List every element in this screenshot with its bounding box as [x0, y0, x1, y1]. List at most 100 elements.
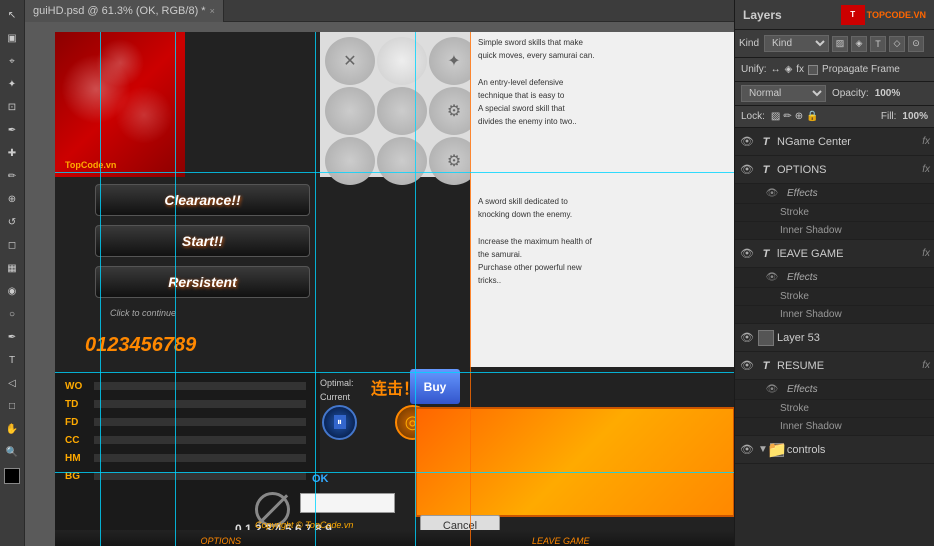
tab-close-button[interactable]: ×	[210, 0, 215, 22]
layer-item-options[interactable]: 👁 T OPTIONS fx	[735, 156, 934, 184]
eye-effects-leave-game[interactable]: 👁	[765, 271, 779, 285]
document-tab[interactable]: guiHD.psd @ 61.3% (OK, RGB/8) * ×	[25, 0, 224, 22]
guide-vertical-3	[315, 32, 316, 546]
effects-label-leave-game: Effects	[787, 272, 818, 283]
eye-effects-resume[interactable]: 👁	[765, 383, 779, 397]
tool-text[interactable]: T	[1, 349, 23, 371]
layer-fx-ngame-center[interactable]: fx	[922, 136, 930, 147]
inner-shadow-row-leave-game[interactable]: Inner Shadow	[735, 306, 934, 324]
stroke-row-leave-game[interactable]: Stroke	[735, 288, 934, 306]
info-line-5: Increase the maximum health of	[478, 236, 727, 247]
filter-adjust-icon[interactable]: ◈	[851, 36, 867, 52]
buy-button[interactable]: Buy	[410, 369, 460, 404]
tool-zoom[interactable]: 🔍	[1, 441, 23, 463]
eye-resume[interactable]: 👁	[739, 358, 755, 374]
brand-icon: T	[841, 5, 865, 25]
skill-circle-5[interactable]	[377, 137, 427, 185]
filter-smart-icon[interactable]: ⊙	[908, 36, 924, 52]
stat-row-td: TD	[60, 395, 315, 413]
inner-shadow-row-options[interactable]: Inner Shadow	[735, 222, 934, 240]
layer-item-ngame-center[interactable]: 👁 T NGame Center fx	[735, 128, 934, 156]
eye-layer53[interactable]: 👁	[739, 330, 755, 346]
stroke-name-options: Stroke	[780, 207, 809, 218]
tool-crop[interactable]: ⊡	[1, 96, 23, 118]
layer-item-resume[interactable]: 👁 T RESUME fx	[735, 352, 934, 380]
lock-pixels-icon[interactable]: ▨	[771, 111, 780, 122]
tool-gradient[interactable]: ▦	[1, 257, 23, 279]
text-line-6: A special sword skill that	[478, 103, 727, 114]
layer-fx-leave-game[interactable]: fx	[922, 248, 930, 259]
waterdrops-decoration	[60, 37, 180, 167]
tool-history-brush[interactable]: ↺	[1, 211, 23, 233]
eye-ngame-center[interactable]: 👁	[739, 134, 755, 150]
filter-type-icon[interactable]: T	[870, 36, 886, 52]
clearance-button[interactable]: Clearance!!	[95, 184, 310, 216]
tool-select[interactable]: ▣	[1, 27, 23, 49]
propagate-checkbox[interactable]	[808, 65, 818, 75]
unify-style-icon[interactable]: ◈	[785, 64, 793, 75]
lock-position-icon[interactable]: ✏	[783, 111, 791, 122]
filter-shape-icon[interactable]: ◇	[889, 36, 905, 52]
info-line-8: tricks..	[478, 275, 727, 286]
eye-options[interactable]: 👁	[739, 162, 755, 178]
info-line-1	[478, 183, 727, 194]
layer-item-controls[interactable]: 👁 ▼ 📁 controls	[735, 436, 934, 464]
tool-path-select[interactable]: ◁	[1, 372, 23, 394]
options-link[interactable]: OPTIONS	[200, 536, 241, 546]
tool-pen[interactable]: ✒	[1, 326, 23, 348]
filter-pixel-icon[interactable]: ▨	[832, 36, 848, 52]
effects-group-resume: 👁 Effects Stroke Inner Shadow	[735, 380, 934, 436]
skill-circle-3[interactable]	[377, 87, 427, 135]
start-button[interactable]: Start!!	[95, 225, 310, 257]
leave-game-link[interactable]: LEAVE GAME	[532, 536, 590, 546]
skill-circle-2[interactable]	[325, 87, 375, 135]
layer-fx-options[interactable]: fx	[922, 164, 930, 175]
text-line-1: Simple sword skills that make	[478, 37, 727, 48]
guide-vertical-5	[470, 32, 471, 546]
layer-name-leave-game: lEAVE GAME	[777, 248, 919, 260]
tool-shape[interactable]: □	[1, 395, 23, 417]
tool-eyedropper[interactable]: ✒	[1, 119, 23, 141]
tool-brush[interactable]: ✏	[1, 165, 23, 187]
lock-artboard-icon[interactable]: ⊕	[795, 111, 803, 122]
tool-fg-color[interactable]	[4, 468, 20, 484]
tool-lasso[interactable]: ⌖	[1, 50, 23, 72]
kind-select[interactable]: Kind	[764, 35, 829, 52]
tool-heal[interactable]: ✚	[1, 142, 23, 164]
tool-move[interactable]: ↖	[1, 4, 23, 26]
layer-fx-resume[interactable]: fx	[922, 360, 930, 371]
tool-eraser[interactable]: ◻	[1, 234, 23, 256]
unify-position-icon[interactable]: ↔	[771, 64, 781, 75]
canvas-area[interactable]: TopCode.vn Clearance!! Start!! Rersisten…	[25, 22, 734, 546]
stroke-row-options[interactable]: Stroke	[735, 204, 934, 222]
current-label: Current	[320, 392, 350, 402]
layer-item-leave-game[interactable]: 👁 T lEAVE GAME fx	[735, 240, 934, 268]
kind-label: Kind	[739, 38, 759, 49]
tool-clone[interactable]: ⊕	[1, 188, 23, 210]
effects-header-resume: 👁 Effects	[735, 380, 934, 400]
tool-dodge[interactable]: ○	[1, 303, 23, 325]
eye-leave-game[interactable]: 👁	[739, 246, 755, 262]
blend-mode-select[interactable]: Normal	[741, 85, 826, 102]
persistent-button[interactable]: Rersistent	[95, 266, 310, 298]
unify-fx-icon[interactable]: fx	[796, 64, 804, 75]
skill-circle-1[interactable]	[377, 37, 427, 85]
optimal-label: Optimal:	[320, 378, 354, 388]
skill-circle-4[interactable]	[325, 137, 375, 185]
inner-shadow-row-resume[interactable]: Inner Shadow	[735, 418, 934, 436]
skill-x[interactable]: ✕	[325, 37, 375, 85]
tool-blur[interactable]: ◉	[1, 280, 23, 302]
stroke-row-resume[interactable]: Stroke	[735, 400, 934, 418]
inner-shadow-name-resume: Inner Shadow	[780, 421, 842, 432]
eye-effects-options[interactable]: 👁	[765, 187, 779, 201]
eye-controls[interactable]: 👁	[739, 442, 755, 458]
tool-magic-wand[interactable]: ✦	[1, 73, 23, 95]
tool-hand[interactable]: ✋	[1, 418, 23, 440]
info-line-3: knocking down the enemy.	[478, 209, 727, 220]
effects-group-options: 👁 Effects Stroke Inner Shadow	[735, 184, 934, 240]
stat-cc-label: CC	[65, 435, 90, 446]
layer-item-layer53[interactable]: 👁 Layer 53	[735, 324, 934, 352]
layers-panel: Layers T TOPCODE.VN Kind Kind ▨ ◈ T ◇ ⊙ …	[734, 0, 934, 546]
lock-all-icon[interactable]: 🔒	[806, 111, 818, 122]
stat-td-bar	[94, 400, 306, 408]
